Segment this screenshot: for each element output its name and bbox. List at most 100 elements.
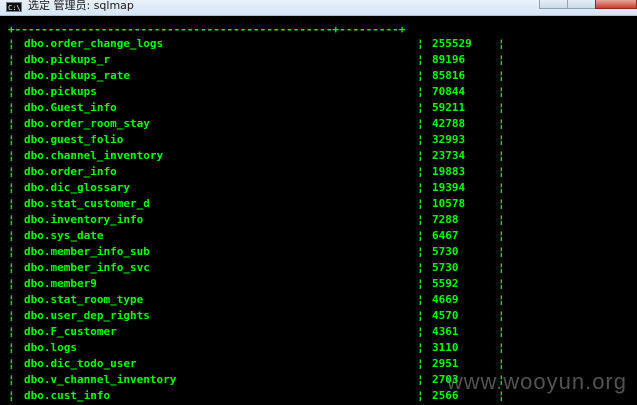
column-separator: ¦ <box>8 293 15 306</box>
row-count-cell: 7288 <box>432 213 459 226</box>
table-name-cell: dbo.user_dep_rights <box>24 309 150 322</box>
row-count-cell: 5730 <box>432 261 459 274</box>
column-separator: ¦ <box>8 229 15 242</box>
column-separator: ¦ <box>498 261 505 274</box>
column-separator: ¦ <box>8 165 15 178</box>
table-row: ¦ dbo.order_room_stay ¦ 42788 ¦ <box>0 116 637 132</box>
maximize-button[interactable] <box>567 0 596 9</box>
column-separator: ¦ <box>8 309 15 322</box>
column-separator: ¦ <box>417 309 424 322</box>
column-separator: ¦ <box>417 245 424 258</box>
table-name-cell: dbo.F_customer <box>24 325 117 338</box>
table-name-cell: dbo.pickups <box>24 85 97 98</box>
column-separator: ¦ <box>8 69 15 82</box>
column-separator: ¦ <box>498 165 505 178</box>
column-separator: ¦ <box>417 69 424 82</box>
console-output[interactable]: +---------------------------------------… <box>0 16 637 405</box>
column-separator: ¦ <box>8 341 15 354</box>
row-count-cell: 10578 <box>432 197 466 210</box>
column-separator: ¦ <box>8 37 15 50</box>
table-name-cell: dbo.member_info_svc <box>24 261 150 274</box>
table-row: ¦ dbo.dic_glossary ¦ 19394 ¦ <box>0 180 637 196</box>
column-separator: ¦ <box>417 229 424 242</box>
column-separator: ¦ <box>417 373 424 386</box>
column-separator: ¦ <box>8 277 15 290</box>
column-separator: ¦ <box>8 181 15 194</box>
row-count-cell: 4669 <box>432 293 459 306</box>
table-name-cell: dbo.order_room_stay <box>24 117 150 130</box>
column-separator: ¦ <box>8 373 15 386</box>
column-separator: ¦ <box>498 181 505 194</box>
table-name-cell: dbo.member9 <box>24 277 97 290</box>
table-name-cell: dbo.cust_info <box>24 389 111 402</box>
table-row: ¦ dbo.channel_inventory ¦ 23734 ¦ <box>0 148 637 164</box>
table-row: ¦ dbo.F_customer ¦ 4361 ¦ <box>0 324 637 340</box>
table-name-cell: dbo.stat_room_type <box>24 293 144 306</box>
column-separator: ¦ <box>417 293 424 306</box>
row-count-cell: 85816 <box>432 69 466 82</box>
table-row: ¦ dbo.member_info_svc ¦ 5730 ¦ <box>0 260 637 276</box>
table-name-cell: dbo.channel_inventory <box>24 149 164 162</box>
column-separator: ¦ <box>498 309 505 322</box>
table-name-cell: dbo.sys_date <box>24 229 104 242</box>
table-row: ¦ dbo.member9 ¦ 5592 ¦ <box>0 276 637 292</box>
table-row: ¦ dbo.pickups_r ¦ 89196 ¦ <box>0 52 637 68</box>
table-name-cell: dbo.logs <box>24 341 77 354</box>
column-separator: ¦ <box>8 357 15 370</box>
column-separator: ¦ <box>498 37 505 50</box>
column-separator: ¦ <box>498 149 505 162</box>
row-count-cell: 59211 <box>432 101 466 114</box>
column-separator: ¦ <box>498 213 505 226</box>
table-name-cell: dbo.pickups_rate <box>24 69 130 82</box>
column-separator: ¦ <box>417 101 424 114</box>
table-name-cell: dbo.inventory_info <box>24 213 144 226</box>
table-row: ¦ dbo.pickups_rate ¦ 85816 ¦ <box>0 68 637 84</box>
column-separator: ¦ <box>417 341 424 354</box>
column-separator: ¦ <box>417 85 424 98</box>
table-name-cell: dbo.Guest_info <box>24 101 117 114</box>
column-separator: ¦ <box>8 389 15 402</box>
title-bar[interactable]: C:\. 选定 管理员: sqlmap <box>0 0 637 16</box>
column-separator: ¦ <box>8 117 15 130</box>
table-name-cell: dbo.member_info_sub <box>24 245 150 258</box>
column-separator: ¦ <box>8 85 15 98</box>
table-row: ¦ dbo.pickups ¦ 70844 ¦ <box>0 84 637 100</box>
table-row: ¦ dbo.sys_date ¦ 6467 ¦ <box>0 228 637 244</box>
column-separator: ¦ <box>8 213 15 226</box>
column-separator: ¦ <box>417 149 424 162</box>
row-count-cell: 89196 <box>432 53 466 66</box>
column-separator: ¦ <box>417 357 424 370</box>
column-separator: ¦ <box>498 101 505 114</box>
row-count-cell: 19883 <box>432 165 466 178</box>
column-separator: ¦ <box>417 37 424 50</box>
table-name-cell: dbo.order_change_logs <box>24 37 164 50</box>
column-separator: ¦ <box>417 165 424 178</box>
table-row: ¦ dbo.inventory_info ¦ 7288 ¦ <box>0 212 637 228</box>
column-separator: ¦ <box>417 389 424 402</box>
row-count-cell: 6467 <box>432 229 459 242</box>
column-separator: ¦ <box>417 117 424 130</box>
column-separator: ¦ <box>498 53 505 66</box>
column-separator: ¦ <box>417 213 424 226</box>
table-name-cell: dbo.pickups_r <box>24 53 111 66</box>
column-separator: ¦ <box>8 245 15 258</box>
column-separator: ¦ <box>8 149 15 162</box>
row-count-cell: 255529 <box>432 37 472 50</box>
row-count-cell: 4570 <box>432 309 459 322</box>
table-row: ¦ dbo.stat_room_type ¦ 4669 ¦ <box>0 292 637 308</box>
table-name-cell: dbo.dic_glossary <box>24 181 130 194</box>
table-row: ¦ dbo.order_change_logs ¦ 255529 ¦ <box>0 36 637 52</box>
column-separator: ¦ <box>8 325 15 338</box>
column-separator: ¦ <box>498 85 505 98</box>
column-separator: ¦ <box>417 133 424 146</box>
minimize-button[interactable] <box>539 0 568 9</box>
console-window: C:\. 选定 管理员: sqlmap +-------------------… <box>0 0 637 405</box>
table-row: ¦ dbo.stat_customer_d ¦ 10578 ¦ <box>0 196 637 212</box>
column-separator: ¦ <box>417 197 424 210</box>
row-count-cell: 70844 <box>432 85 466 98</box>
column-separator: ¦ <box>498 117 505 130</box>
close-button[interactable] <box>595 0 637 9</box>
column-separator: ¦ <box>417 53 424 66</box>
table-name-cell: dbo.dic_todo_user <box>24 357 137 370</box>
column-separator: ¦ <box>498 245 505 258</box>
